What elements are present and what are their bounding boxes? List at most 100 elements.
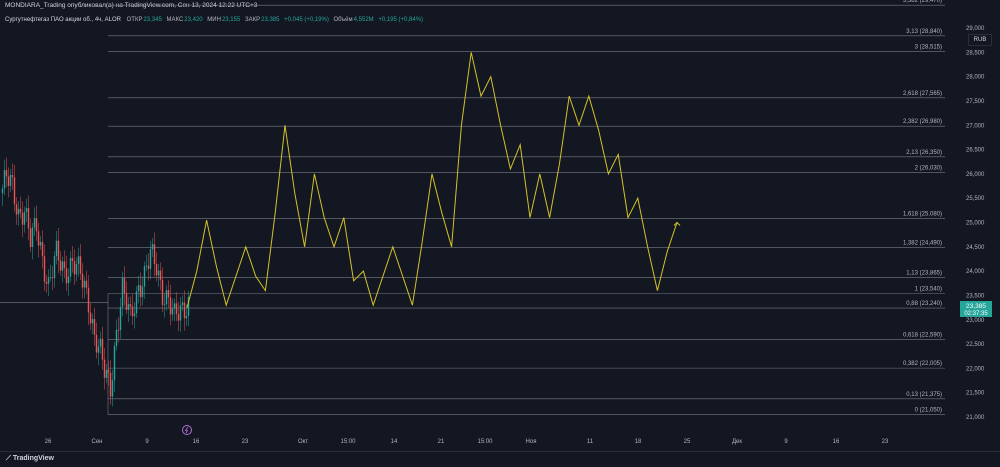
price-axis-label: 26,000: [966, 172, 985, 178]
candle-body: [95, 334, 98, 353]
tradingview-logo[interactable]: ⟋ TradingView: [6, 455, 54, 463]
price-axis-label: 24,500: [966, 245, 985, 251]
fib-level-label: 2,382 (26,980): [903, 119, 942, 125]
fib-level-label: 3,13 (28,840): [906, 29, 942, 35]
candle-body: [107, 369, 110, 373]
candle-body: [87, 287, 90, 313]
time-axis-label: Сен: [92, 439, 103, 445]
current-price-value: 23,385: [966, 303, 986, 310]
price-axis-label: 23,000: [966, 318, 985, 324]
price-axis-label: 22,500: [966, 342, 985, 348]
candle-body: [43, 256, 46, 282]
candle-body: [15, 204, 18, 215]
candle-body: [153, 244, 156, 265]
time-axis-label: 23: [242, 439, 249, 445]
fib-level-label: 1,13 (23,865): [906, 271, 942, 277]
candle-body: [65, 268, 68, 284]
candle-body: [45, 281, 48, 284]
candle-body: [5, 170, 8, 177]
candle-body: [69, 257, 72, 277]
candle-body: [51, 277, 54, 279]
time-axis-label: 16: [833, 439, 840, 445]
candle-body: [3, 170, 6, 189]
candle-body: [179, 305, 182, 321]
candle-body: [89, 312, 92, 324]
candle-body: [117, 329, 120, 331]
candle-body: [79, 256, 82, 274]
time-axis-label: 21: [438, 439, 445, 445]
time-axis-label: 18: [635, 439, 642, 445]
projection-path[interactable]: [186, 52, 678, 308]
candle-body: [39, 242, 42, 246]
lightning-icon[interactable]: [182, 425, 192, 435]
candle-body: [137, 285, 140, 292]
tradingview-chart-screen: MONDIARA_Trading опубликовал(а) на Tradi…: [0, 0, 1000, 467]
candle-body: [97, 346, 100, 353]
time-axis-label: 15:00: [340, 439, 356, 445]
candle-body: [13, 177, 16, 205]
time-axis-label: 23: [882, 439, 889, 445]
candle-body: [165, 290, 168, 305]
candle-body: [99, 338, 102, 347]
candle-body: [141, 286, 144, 298]
price-chart[interactable]: 3,382 (29,470) 3,13 (28,840) 3 (28,515) 2,6…: [0, 0, 1000, 467]
candle-body: [59, 260, 62, 271]
candle-body: [47, 277, 50, 284]
candle-body: [37, 231, 40, 246]
candle-body: [93, 319, 96, 335]
candle-body: [147, 265, 150, 269]
candle-body: [173, 303, 176, 309]
fib-level-label: 0 (21,050): [915, 408, 942, 414]
candle-body: [103, 359, 106, 378]
fib-level-label: 3,382 (29,470): [903, 0, 942, 4]
fib-level-label: 2,618 (27,565): [903, 91, 942, 97]
candle-body: [7, 176, 10, 187]
time-axis-label: 9: [784, 439, 788, 445]
candle-body: [181, 302, 184, 306]
candle-body: [135, 291, 138, 314]
candle-body: [143, 266, 146, 287]
price-axis-label: 26,500: [966, 148, 985, 154]
time-axis-label: 15:00: [477, 439, 493, 445]
candle-body: [175, 303, 178, 315]
price-axis-label: 27,000: [966, 123, 985, 129]
candle-body: [101, 338, 104, 360]
candle-body: [61, 261, 64, 271]
candle-body: [81, 273, 84, 288]
price-axis-label: 21,000: [966, 415, 985, 421]
fibonacci-extension[interactable]: 3,382 (29,470) 3,13 (28,840) 3 (28,515) 2,6…: [0, 0, 945, 415]
candle-body: [21, 212, 24, 225]
candle-body: [23, 212, 26, 225]
price-axis-label: 29,000: [966, 26, 985, 32]
time-axis-label: 26: [45, 439, 52, 445]
candle-body: [53, 256, 56, 279]
time-axis-label: 11: [587, 439, 594, 445]
candle-body: [139, 285, 142, 298]
tradingview-logo-icon: ⟋: [6, 455, 13, 462]
fib-level-label: 1,382 (24,490): [903, 240, 942, 246]
candle-body: [171, 308, 174, 315]
price-axis-label: 28,500: [966, 50, 985, 56]
candle-body: [121, 277, 124, 307]
candle-body: [27, 208, 30, 229]
candle-body: [17, 208, 20, 215]
candle-body: [105, 369, 108, 378]
price-axis-label: 23,500: [966, 293, 985, 299]
price-axis[interactable]: 29,000 28,500 28,000 27,500 27,000 26,500 26,0…: [966, 26, 985, 421]
candle-body: [129, 304, 132, 307]
time-axis-label: 14: [391, 439, 398, 445]
time-axis-label: 25: [684, 439, 691, 445]
candle-body: [73, 261, 76, 275]
candle-body: [71, 257, 74, 262]
time-axis-label: 9: [145, 439, 149, 445]
candle-body: [41, 242, 44, 257]
fib-level-label: 1,618 (25,080): [903, 212, 942, 218]
candle-body: [85, 280, 88, 288]
time-axis[interactable]: 26 Сен 9 16 23 Окт 15:00 14 21 15:00 Ноя 11 18 25 Дек 9…: [45, 439, 889, 445]
candlestick-series: [1, 157, 190, 407]
candle-body: [83, 280, 86, 288]
candle-body: [157, 270, 160, 276]
candle-body: [163, 304, 166, 306]
brand-name: TradingView: [12, 455, 54, 462]
candle-body: [55, 240, 58, 257]
